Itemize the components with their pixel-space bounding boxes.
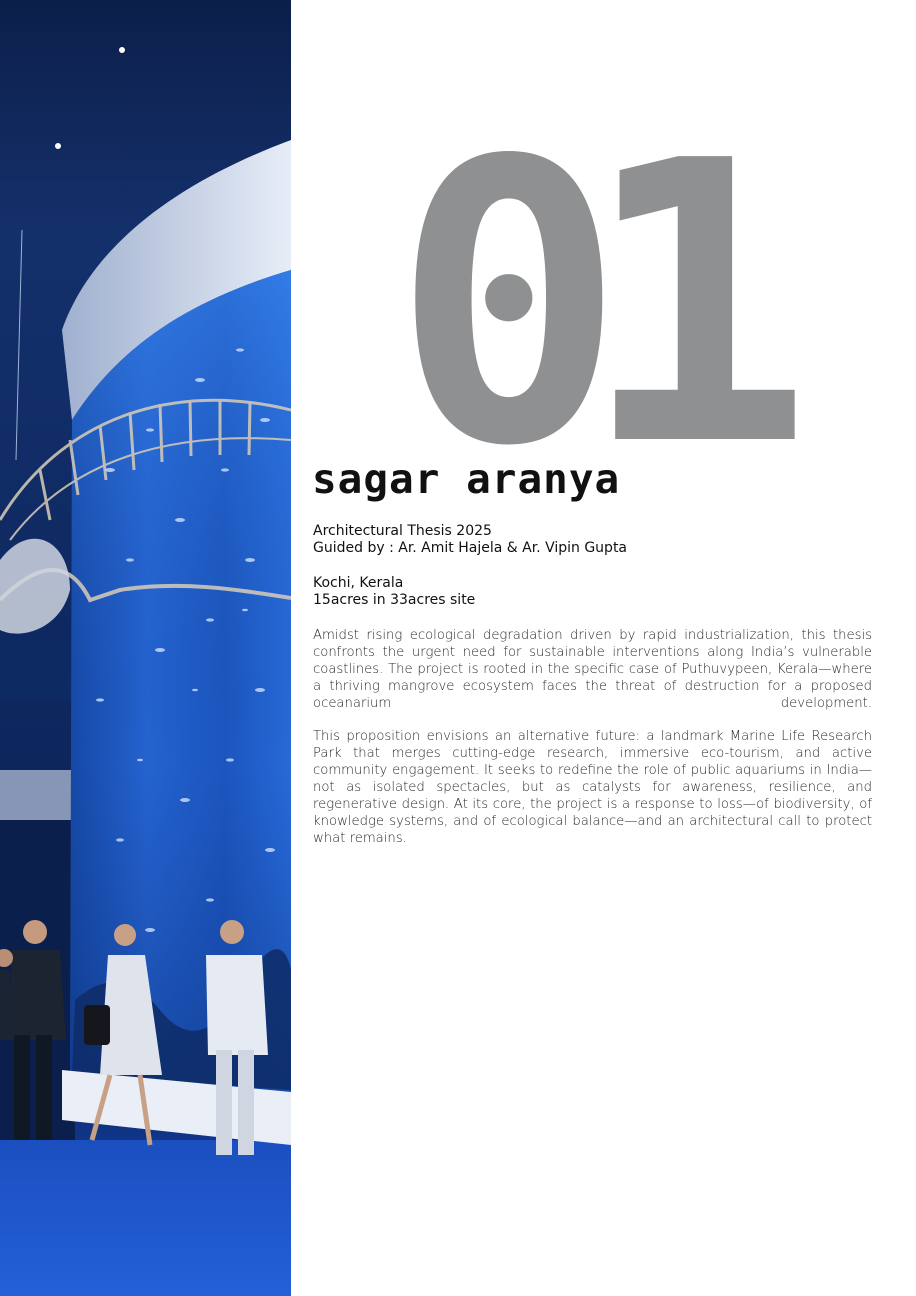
site-area-label: 15acres in 33acres site [313, 592, 476, 608]
ceiling-light [119, 47, 125, 53]
location-label: Kochi, Kerala [313, 575, 404, 591]
site-info: Kochi, Kerala 15acres in 33acres site [313, 575, 873, 609]
ceiling-light [55, 143, 61, 149]
project-number: 01 [392, 79, 813, 531]
floor [0, 1140, 291, 1296]
aquarium-hero-image [0, 0, 291, 1296]
description-paragraph-1: Amidst rising ecological degradation dri… [313, 628, 872, 711]
project-title: sagar aranya [312, 455, 621, 503]
description-paragraph-2: This proposition envisions an alternativ… [313, 729, 872, 846]
guides-label: Guided by : Ar. Amit Hajela & Ar. Vipin … [313, 540, 628, 556]
thesis-info: Architectural Thesis 2025 Guided by : Ar… [313, 523, 873, 557]
whale-skull [0, 538, 70, 634]
thesis-label: Architectural Thesis 2025 [313, 523, 492, 539]
